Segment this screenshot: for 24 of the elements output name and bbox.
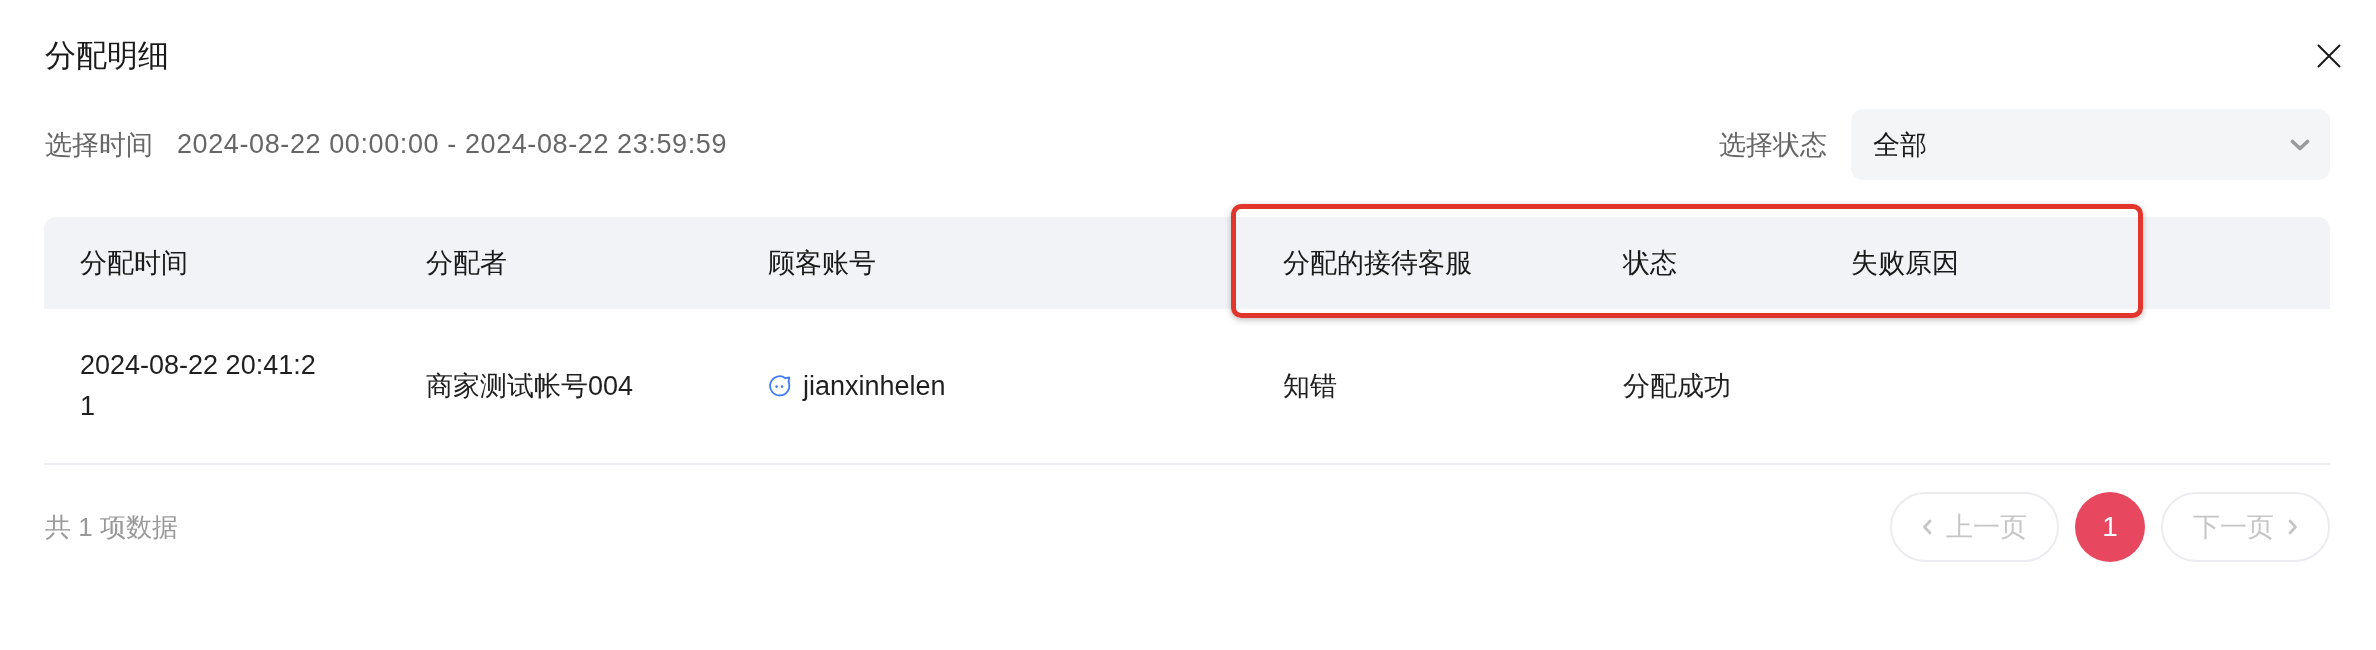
close-icon bbox=[2316, 43, 2342, 69]
column-header: 顾客账号 bbox=[768, 248, 876, 278]
column-header: 分配时间 bbox=[80, 248, 188, 278]
dialog-title: 分配明细 bbox=[45, 37, 169, 75]
chevron-right-icon bbox=[2288, 519, 2298, 535]
column-header: 分配者 bbox=[426, 248, 507, 278]
time-label: 选择时间 bbox=[45, 128, 153, 162]
column-header: 分配的接待客服 bbox=[1283, 248, 1472, 278]
table-cell-text: jianxinhelen bbox=[803, 369, 946, 403]
table-cell-text: 2024-08-22 20:41:21 bbox=[80, 349, 317, 423]
status-label: 选择状态 bbox=[1719, 128, 1827, 162]
table-cell-text: 分配成功 bbox=[1623, 369, 1731, 403]
column-header: 状态 bbox=[1623, 248, 1677, 278]
status-select[interactable]: 全部 bbox=[1851, 109, 2330, 180]
chevron-down-icon bbox=[2290, 138, 2310, 151]
chevron-left-icon bbox=[1922, 519, 1932, 535]
table-cell-text: 商家测试帐号004 bbox=[426, 369, 634, 403]
total-count-text: 共 1 项数据 bbox=[45, 510, 178, 544]
column-header: 失败原因 bbox=[1851, 248, 1959, 278]
chat-face-icon bbox=[768, 374, 791, 398]
page-button[interactable]: 1 bbox=[2075, 492, 2145, 562]
date-range-value[interactable]: 2024-08-22 00:00:00 - 2024-08-22 23:59:59 bbox=[177, 129, 728, 160]
close-button[interactable] bbox=[2316, 43, 2342, 69]
table-cell-text: 知错 bbox=[1283, 369, 1337, 403]
